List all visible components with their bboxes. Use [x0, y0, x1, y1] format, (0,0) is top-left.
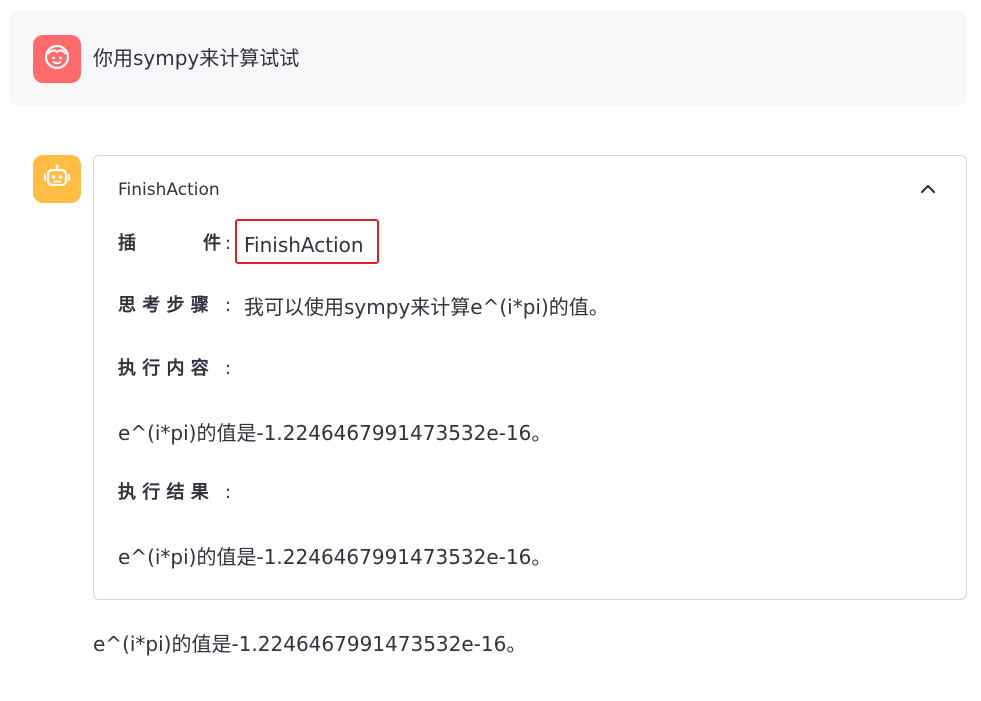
- expander-toggle-button[interactable]: [918, 181, 938, 201]
- assistant-avatar: [33, 155, 81, 203]
- plugin-label: 插 件: [118, 231, 232, 257]
- plugin-value: FinishAction: [244, 233, 364, 257]
- user-message: 你用sympy来计算试试: [9, 11, 967, 106]
- plugin-label-char-last: 件: [203, 233, 221, 254]
- result-value: e^(i*pi)的值是-1.2246467991473532e-16。: [118, 545, 552, 569]
- expander-title[interactable]: FinishAction: [118, 178, 220, 202]
- smiley-face-icon: [42, 42, 72, 76]
- user-message-text: 你用sympy来计算试试: [93, 46, 300, 70]
- result-label: 执 行 结 果: [118, 482, 209, 503]
- thought-value: 我可以使用sympy来计算e^(i*pi)的值。: [244, 295, 609, 319]
- robot-icon: [42, 162, 72, 196]
- user-avatar: [33, 35, 81, 83]
- chat-page: 你用sympy来计算试试 FinishAction 插 件: FinishAc…: [0, 0, 981, 701]
- content-value: e^(i*pi)的值是-1.2246467991473532e-16。: [118, 421, 552, 445]
- thought-label: 思 考 步 骤: [118, 295, 209, 316]
- content-colon: :: [225, 358, 232, 379]
- result-colon: :: [225, 482, 232, 503]
- plugin-label-char-first: 插: [118, 233, 136, 254]
- chevron-up-icon: [919, 180, 937, 202]
- assistant-final-answer: e^(i*pi)的值是-1.2246467991473532e-16。: [93, 632, 527, 656]
- plugin-colon: :: [225, 233, 232, 254]
- thought-colon: :: [225, 295, 232, 316]
- content-label: 执 行 内 容: [118, 358, 209, 379]
- action-expander: FinishAction 插 件 : FinishAction 思 考 步 骤 …: [93, 155, 967, 600]
